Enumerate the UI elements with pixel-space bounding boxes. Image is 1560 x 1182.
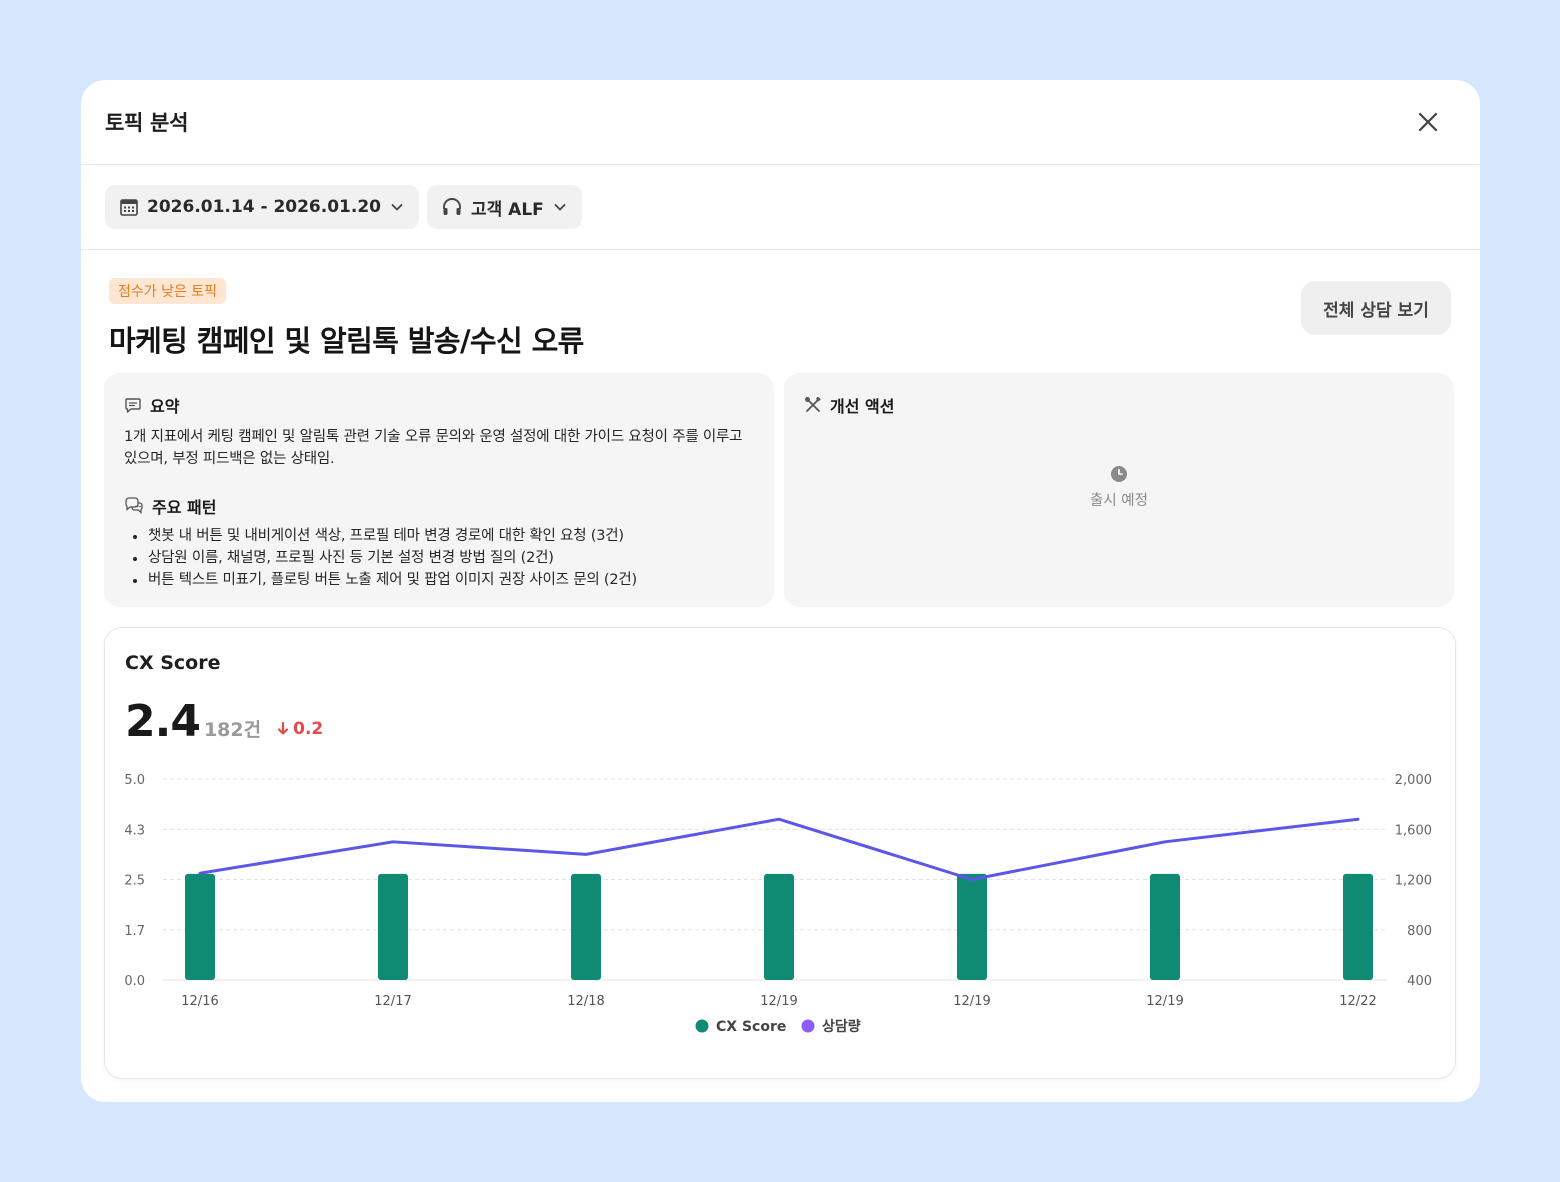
- message-icon: [125, 398, 141, 413]
- cx-score-chart: 0.0 400 1.7 800 2.5 1,200 4.3 1,600 5.0 2,000 12/1…: [124, 773, 1432, 1035]
- y-right-tick-label: 1,200: [1395, 874, 1432, 889]
- date-range-label: 2026.01.14 - 2026.01.20: [147, 197, 381, 217]
- x-tick-label: 12/22: [1339, 994, 1376, 1009]
- x-tick-label: 12/19: [760, 994, 797, 1009]
- cx-score-bar: [957, 873, 987, 980]
- y-left-tick-label: 5.0: [124, 773, 145, 788]
- patterns-heading: 주요 패턴: [124, 494, 754, 518]
- consultation-volume-line: [198, 817, 1360, 881]
- topic-header: 점수가 낮은 토픽 마케팅 캠페인 및 알림톡 발송/수신 오류 전체 상담 보…: [81, 250, 1480, 372]
- tools-icon: [805, 396, 821, 412]
- chat-bubbles-icon: [125, 497, 143, 515]
- coming-soon: 출시 예정: [804, 465, 1434, 510]
- view-all-consultations-button[interactable]: 전체 상담 보기: [1301, 281, 1451, 335]
- y-right-tick-label: 2,000: [1395, 773, 1432, 788]
- legend-swatch-volume: [801, 1019, 815, 1033]
- modal-header: 토픽 분석: [81, 80, 1480, 165]
- legend-label-cx-score: CX Score: [716, 1019, 786, 1035]
- agent-dropdown[interactable]: 고객 ALF: [426, 185, 582, 229]
- y-right-tick-label: 400: [1407, 974, 1432, 989]
- clock-icon: [1111, 466, 1127, 482]
- x-tick-label: 12/18: [567, 994, 604, 1009]
- coming-soon-label: 출시 예정: [1090, 493, 1148, 509]
- close-icon: [1418, 112, 1438, 132]
- list-item: 상담원 이름, 채널명, 프로필 사진 등 기본 설정 변경 방법 질의 (2건…: [124, 547, 754, 569]
- cx-score-bar: [764, 873, 794, 980]
- x-tick-label: 12/19: [1146, 994, 1183, 1009]
- actions-heading-label: 개선 액션: [830, 397, 895, 416]
- chevron-down-icon: [391, 204, 403, 211]
- summary-heading: 요약: [124, 393, 754, 417]
- chevron-down-icon: [554, 204, 566, 211]
- modal-title: 토픽 분석: [105, 111, 189, 135]
- summary-text: 1개 지표에서 케팅 캠페인 및 알림톡 관련 기술 오류 문의와 운영 설정에…: [124, 429, 743, 467]
- topic-analysis-modal: 토픽 분석 2026.01.14 - 2026.01.20 고객 ALF 점수가…: [81, 80, 1480, 1102]
- agent-label: 고객 ALF: [470, 199, 544, 220]
- y-left-tick-label: 2.5: [124, 874, 145, 889]
- low-score-badge: 점수가 낮은 토픽: [109, 278, 227, 304]
- y-left-tick-label: 4.3: [124, 823, 145, 838]
- improvement-actions-card: 개선 액션 출시 예정: [784, 373, 1454, 607]
- legend-swatch-cx-score: [695, 1019, 709, 1033]
- x-tick-label: 12/17: [374, 994, 411, 1009]
- summary-card: 요약 1개 지표에서 케팅 캠페인 및 알림톡 관련 기술 오류 문의와 운영 …: [104, 373, 774, 607]
- calendar-icon: [120, 199, 138, 216]
- filter-bar: 2026.01.14 - 2026.01.20 고객 ALF: [81, 165, 1480, 250]
- headset-icon: [443, 198, 461, 215]
- cx-score-bar: [1343, 873, 1373, 980]
- cx-score-bar: [571, 873, 601, 980]
- summary-heading-label: 요약: [150, 397, 180, 416]
- list-item: 챗봇 내 버튼 및 내비게이션 색상, 프로필 테마 변경 경로에 대한 확인 …: [124, 525, 754, 547]
- patterns-heading-label: 주요 패턴: [152, 498, 217, 517]
- cx-score-bar: [185, 873, 215, 980]
- actions-heading: 개선 액션: [804, 393, 1434, 417]
- x-tick-label: 12/16: [181, 994, 218, 1009]
- date-range-dropdown[interactable]: 2026.01.14 - 2026.01.20: [105, 185, 419, 229]
- cx-score-bar: [378, 873, 408, 980]
- pattern-list: 챗봇 내 버튼 및 내비게이션 색상, 프로필 테마 변경 경로에 대한 확인 …: [124, 525, 754, 591]
- list-item: 버튼 텍스트 미표기, 플로팅 버튼 노출 제어 및 팝업 이미지 권장 사이즈…: [124, 569, 754, 591]
- insight-cards: 요약 1개 지표에서 케팅 캠페인 및 알림톡 관련 기술 오류 문의와 운영 …: [104, 373, 1454, 607]
- y-left-tick-label: 1.7: [124, 924, 145, 939]
- x-tick-label: 12/19: [953, 994, 990, 1009]
- cx-score-card: CX Score 2.4 182건 0.2 0.0 400 1.7 800 2.5 1,2…: [104, 627, 1456, 1079]
- y-left-tick-label: 0.0: [124, 974, 145, 989]
- cx-score-bar: [1150, 873, 1180, 980]
- legend-label-volume: 상담량: [822, 1018, 861, 1035]
- y-right-tick-label: 1,600: [1395, 823, 1432, 838]
- y-right-tick-label: 800: [1407, 924, 1432, 939]
- topic-title: 마케팅 캠페인 및 알림톡 발송/수신 오류: [109, 324, 584, 358]
- close-button[interactable]: [1412, 106, 1444, 138]
